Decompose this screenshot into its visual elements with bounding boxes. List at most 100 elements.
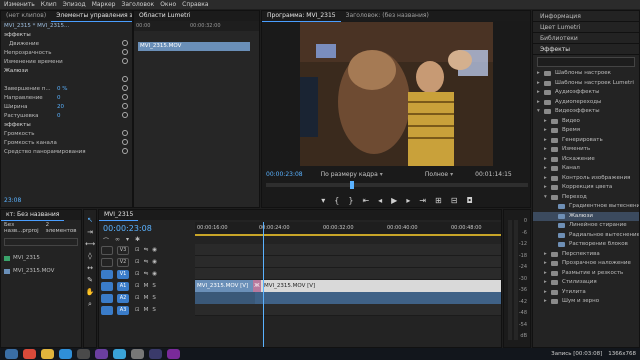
reset-icon[interactable] [122, 58, 128, 64]
solo-icon[interactable]: S [152, 295, 156, 301]
track-target[interactable] [101, 269, 113, 279]
in-point-icon[interactable]: { [334, 196, 339, 205]
chevron-icon[interactable]: ▾ [544, 193, 547, 203]
effects-tree-item[interactable]: ▾ Переход [533, 193, 639, 203]
hand-icon[interactable]: ✋ [86, 288, 95, 296]
quality-select[interactable]: Полное [425, 171, 448, 178]
effect-row-value[interactable]: 20 [57, 104, 64, 110]
solo-icon[interactable]: S [152, 283, 156, 289]
lift-icon[interactable]: ⊞ [435, 196, 442, 205]
chevron-icon[interactable]: ▸ [544, 155, 547, 165]
chevron-icon[interactable]: ▸ [544, 269, 547, 279]
track-name[interactable]: A3 [117, 305, 129, 315]
track-target[interactable] [101, 257, 113, 267]
effect-row[interactable]: Ширина 20 [1, 102, 132, 111]
selection-tool-icon[interactable]: ↖ [87, 216, 93, 224]
tab-project[interactable]: кт: Без названия [1, 210, 65, 221]
effect-row-value[interactable]: 0 % [57, 86, 67, 92]
effects-tree-item[interactable]: ▸ Генерировать [533, 136, 639, 146]
chevron-icon[interactable]: ▾ [537, 107, 540, 117]
slip-icon[interactable]: ↔ [87, 264, 93, 272]
timeline-playhead[interactable] [263, 222, 264, 347]
audio-clip-b[interactable] [255, 292, 501, 304]
chevron-icon[interactable]: ▸ [544, 117, 547, 127]
premiere-icon[interactable] [149, 349, 162, 359]
effects-tree-item[interactable]: ▸ Утилита [533, 288, 639, 298]
effect-row[interactable] [1, 75, 132, 84]
fit-select[interactable]: По размеру кадра [321, 171, 378, 178]
playhead-marker[interactable] [350, 181, 354, 189]
reset-icon[interactable] [122, 148, 128, 154]
viber-icon[interactable] [95, 349, 108, 359]
effect-row[interactable]: Громкость канала [1, 138, 132, 147]
chevron-icon[interactable]: ▸ [544, 183, 547, 193]
tab-lumetri-scopes[interactable]: Области Lumetri [134, 11, 196, 22]
chevron-icon[interactable]: ▸ [544, 278, 547, 288]
effects-tree-item[interactable]: Линейное стирание [533, 221, 639, 231]
effects-tree-item[interactable]: Растворение блоков [533, 240, 639, 250]
chevron-icon[interactable]: ▸ [544, 250, 547, 260]
effects-tree-item[interactable]: ▸ Контроль изображения [533, 174, 639, 184]
chevron-icon[interactable]: ▸ [537, 79, 540, 89]
opera-icon[interactable] [23, 349, 36, 359]
track-header[interactable]: A3 ⊡ M S [99, 304, 194, 316]
sync-icon[interactable]: ⇋ [144, 259, 149, 265]
tab-sequence[interactable]: MVI_2315 [99, 210, 139, 221]
clip-v1-a[interactable]: MVI_2315.MOV [V] [195, 280, 253, 292]
track-lane[interactable] [195, 268, 501, 280]
out-point-icon[interactable]: } [348, 196, 353, 205]
quality-chevron-icon[interactable]: ▾ [450, 171, 453, 178]
track-lane[interactable] [195, 256, 501, 268]
effects-tree-item[interactable]: Радиальное вытеснение [533, 231, 639, 241]
lock-icon[interactable]: ⊡ [135, 271, 140, 277]
play-icon[interactable]: ▶ [391, 196, 397, 205]
extract-icon[interactable]: ⊟ [451, 196, 458, 205]
effect-row[interactable]: Непрозрачность [1, 48, 132, 57]
chevron-icon[interactable]: ▸ [544, 164, 547, 174]
step-back-icon[interactable]: ◂ [378, 196, 382, 205]
vk-icon[interactable] [113, 349, 126, 359]
effects-tree-item[interactable]: ▸ Видео [533, 117, 639, 127]
step-forward-icon[interactable]: ▸ [406, 196, 410, 205]
track-select-icon[interactable]: ⇥ [87, 228, 93, 236]
effects-tree-item[interactable]: Жалюзи [533, 211, 639, 221]
effects-tree-item[interactable]: ▸ Время [533, 126, 639, 136]
menu-item[interactable]: Эпизод [63, 1, 86, 8]
menu-item[interactable]: Справка [182, 1, 208, 8]
reset-icon[interactable] [122, 85, 128, 91]
start-icon[interactable] [5, 349, 18, 359]
effects-tree-item[interactable]: ▸ Шаблоны настроек Lumetri [533, 79, 639, 89]
chevron-icon[interactable]: ▸ [537, 69, 540, 79]
track-header[interactable]: A2 ⊡ M S [99, 292, 194, 304]
eye-icon[interactable]: ◉ [152, 259, 157, 265]
effects-header[interactable]: Эффекты [533, 44, 639, 55]
tab-effect-controls[interactable]: Элементы управления эффектами [51, 11, 132, 22]
effect-row[interactable]: Громкость [1, 129, 132, 138]
effect-row-value[interactable]: 0 [57, 95, 61, 101]
marker-icon[interactable]: ▾ [321, 196, 325, 205]
menu-item[interactable]: Изменить [4, 1, 35, 8]
chevron-icon[interactable]: ▸ [537, 98, 540, 108]
effects-tree-item[interactable]: Градиентное вытеснение [533, 202, 639, 212]
chevron-icon[interactable]: ▸ [544, 288, 547, 298]
sequence-label[interactable]: MVI_2315 * MVI_2315... [1, 21, 132, 30]
reset-icon[interactable] [122, 40, 128, 46]
track-name[interactable]: V3 [117, 245, 129, 255]
project-search[interactable] [4, 238, 78, 246]
effect-row[interactable]: Изменение времени [1, 57, 132, 66]
chevron-icon[interactable]: ▸ [544, 174, 547, 184]
effects-tree-item[interactable]: ▸ Стилизация [533, 278, 639, 288]
lock-icon[interactable]: ⊡ [135, 307, 140, 313]
go-to-in-icon[interactable]: ⇤ [362, 196, 369, 205]
track-target[interactable] [101, 245, 113, 255]
pen-icon[interactable]: ✎ [87, 276, 93, 284]
effect-row[interactable]: Жалюзи [1, 66, 132, 75]
effects-tree-item[interactable]: ▸ Перспектива [533, 250, 639, 260]
reset-icon[interactable] [122, 76, 128, 82]
track-target[interactable] [101, 281, 113, 291]
effect-row[interactable]: эффекты [1, 120, 132, 129]
sync-icon[interactable]: ⇋ [144, 271, 149, 277]
razor-icon[interactable]: ◊ [88, 252, 91, 260]
lock-icon[interactable]: ⊡ [135, 259, 140, 265]
effects-tree-item[interactable]: ▸ Прозрачное наложение [533, 259, 639, 269]
